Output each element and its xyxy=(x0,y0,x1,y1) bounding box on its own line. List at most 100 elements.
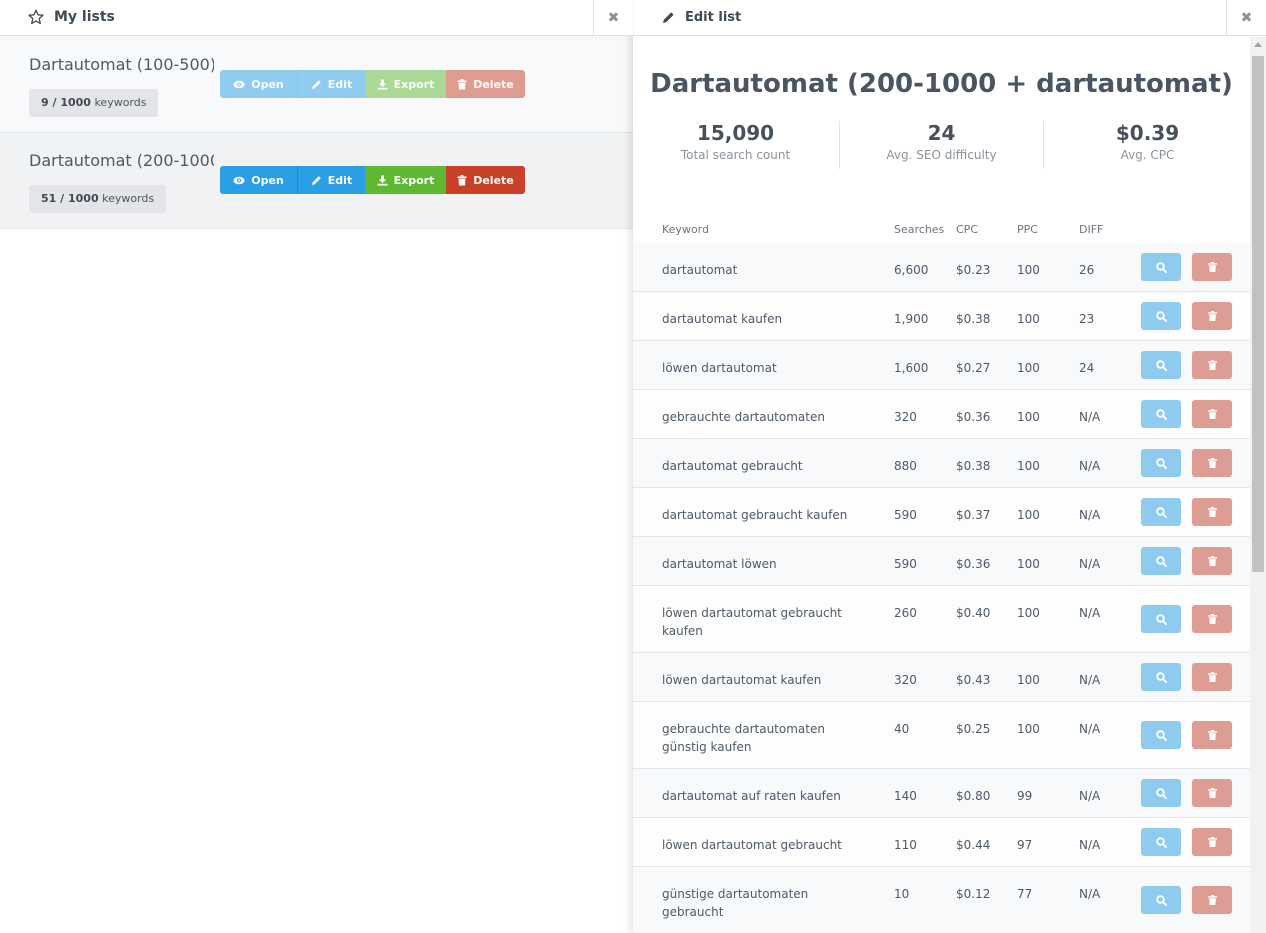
search-icon xyxy=(1155,729,1167,741)
export-button[interactable]: Export xyxy=(365,70,446,98)
search-keyword-button[interactable] xyxy=(1141,663,1181,691)
star-icon xyxy=(28,9,44,25)
stat-total-search-count: 15,090 Total search count xyxy=(633,121,838,162)
search-keyword-button[interactable] xyxy=(1141,351,1181,379)
keyword-cell: dartautomat auf raten kaufen xyxy=(662,789,841,803)
trash-icon xyxy=(1207,556,1217,566)
search-keyword-button[interactable] xyxy=(1141,547,1181,575)
list-item[interactable]: Dartautomat (200-1000 + dartautomat) 51 … xyxy=(0,133,633,229)
open-button[interactable]: Open xyxy=(220,166,297,194)
keyword-count-badge: 51 / 1000 keywords xyxy=(29,185,167,213)
search-keyword-button[interactable] xyxy=(1141,886,1181,914)
diff-cell: N/A xyxy=(1079,789,1101,803)
delete-keyword-button[interactable] xyxy=(1192,351,1232,379)
delete-keyword-button[interactable] xyxy=(1192,449,1232,477)
close-icon: ✖ xyxy=(607,10,620,26)
ppc-cell: 99 xyxy=(1017,789,1033,803)
table-row: löwen dartautomat gebraucht 110 $0.44 97 N/A xyxy=(633,818,1250,867)
searches-cell: 590 xyxy=(894,557,917,571)
search-keyword-button[interactable] xyxy=(1141,400,1181,428)
pencil-icon xyxy=(663,12,674,23)
searches-cell: 880 xyxy=(894,459,917,473)
table-row: dartautomat 6,600 $0.23 100 26 xyxy=(633,243,1250,292)
cpc-cell: $0.80 xyxy=(956,789,991,803)
delete-keyword-button[interactable] xyxy=(1192,498,1232,526)
delete-keyword-button[interactable] xyxy=(1192,828,1232,856)
keyword-count-badge: 9 / 1000 keywords xyxy=(29,89,159,117)
ppc-cell: 77 xyxy=(1017,887,1033,901)
delete-label: Delete xyxy=(473,77,514,91)
search-icon xyxy=(1155,457,1167,469)
table-row: günstige dartautomaten gebraucht 10 $0.12 7… xyxy=(633,867,1250,933)
search-keyword-button[interactable] xyxy=(1141,828,1181,856)
cpc-cell: $0.12 xyxy=(956,887,991,901)
cpc-cell: $0.36 xyxy=(956,410,991,424)
search-keyword-button[interactable] xyxy=(1141,449,1181,477)
trash-icon xyxy=(457,174,467,185)
delete-keyword-button[interactable] xyxy=(1192,302,1232,330)
search-keyword-button[interactable] xyxy=(1141,605,1181,633)
search-keyword-button[interactable] xyxy=(1141,498,1181,526)
edit-list-header: Edit list ✖ xyxy=(633,0,1266,36)
column-header-keyword[interactable]: Keyword xyxy=(662,223,709,236)
table-row: dartautomat auf raten kaufen 140 $0.80 99 N/… xyxy=(633,769,1250,818)
ppc-cell: 100 xyxy=(1017,722,1040,736)
cpc-cell: $0.36 xyxy=(956,557,991,571)
column-header-cpc[interactable]: CPC xyxy=(956,223,978,236)
open-button[interactable]: Open xyxy=(220,70,297,98)
edit-button[interactable]: Edit xyxy=(297,70,365,98)
search-icon xyxy=(1155,408,1167,420)
stat-label: Avg. SEO difficulty xyxy=(886,148,997,162)
cpc-cell: $0.27 xyxy=(956,361,991,375)
delete-keyword-button[interactable] xyxy=(1192,605,1232,633)
stat-avg-seo-difficulty: 24 Avg. SEO difficulty xyxy=(839,121,1044,169)
keyword-cell: dartautomat gebraucht kaufen xyxy=(662,508,848,522)
column-header-ppc[interactable]: PPC xyxy=(1017,223,1038,236)
delete-keyword-button[interactable] xyxy=(1192,253,1232,281)
search-keyword-button[interactable] xyxy=(1141,721,1181,749)
scrollbar-thumb[interactable] xyxy=(1252,56,1264,572)
trash-icon xyxy=(1207,311,1217,321)
column-header-diff[interactable]: DIFF xyxy=(1079,223,1103,236)
delete-label: Delete xyxy=(473,173,514,187)
search-keyword-button[interactable] xyxy=(1141,302,1181,330)
delete-keyword-button[interactable] xyxy=(1192,886,1232,914)
list-name: Dartautomat (100-500) xyxy=(29,55,214,74)
searches-cell: 1,600 xyxy=(894,361,929,375)
delete-keyword-button[interactable] xyxy=(1192,779,1232,807)
close-my-lists-button[interactable]: ✖ xyxy=(593,0,633,36)
trash-icon xyxy=(1207,458,1217,468)
stat-avg-cpc: $0.39 Avg. CPC xyxy=(1045,121,1250,162)
keyword-cell: löwen dartautomat kaufen xyxy=(662,673,822,687)
cpc-cell: $0.44 xyxy=(956,838,991,852)
scroll-up-arrow-icon[interactable] xyxy=(1254,42,1262,47)
close-edit-list-button[interactable]: ✖ xyxy=(1226,0,1266,36)
my-lists-title: My lists xyxy=(54,9,115,25)
delete-button[interactable]: Delete xyxy=(446,166,525,194)
searches-cell: 6,600 xyxy=(894,263,929,277)
my-lists-panel: My lists ✖ Dartautomat (100-500) 9 / 100… xyxy=(0,0,633,933)
list-name: Dartautomat (200-1000 + dartautomat) xyxy=(29,151,214,170)
diff-cell: N/A xyxy=(1079,410,1101,424)
search-icon xyxy=(1155,671,1167,683)
delete-button[interactable]: Delete xyxy=(446,70,525,98)
search-keyword-button[interactable] xyxy=(1141,779,1181,807)
searches-cell: 320 xyxy=(894,410,917,424)
search-keyword-button[interactable] xyxy=(1141,253,1181,281)
diff-cell: 24 xyxy=(1079,361,1095,375)
diff-cell: 23 xyxy=(1079,312,1095,326)
delete-keyword-button[interactable] xyxy=(1192,400,1232,428)
column-header-searches[interactable]: Searches xyxy=(894,223,944,236)
list-item[interactable]: Dartautomat (100-500) 9 / 1000 keywords … xyxy=(0,37,633,133)
searches-cell: 590 xyxy=(894,508,917,522)
delete-keyword-button[interactable] xyxy=(1192,547,1232,575)
keyword-cell: dartautomat kaufen xyxy=(662,312,783,326)
keyword-count: 9 / 1000 xyxy=(41,96,91,109)
edit-button[interactable]: Edit xyxy=(297,166,365,194)
delete-keyword-button[interactable] xyxy=(1192,663,1232,691)
delete-keyword-button[interactable] xyxy=(1192,721,1232,749)
ppc-cell: 100 xyxy=(1017,263,1040,277)
edit-label: Edit xyxy=(327,173,353,187)
export-button[interactable]: Export xyxy=(365,166,446,194)
edit-list-content: Dartautomat (200-1000 + dartautomat) 15,… xyxy=(633,37,1250,933)
